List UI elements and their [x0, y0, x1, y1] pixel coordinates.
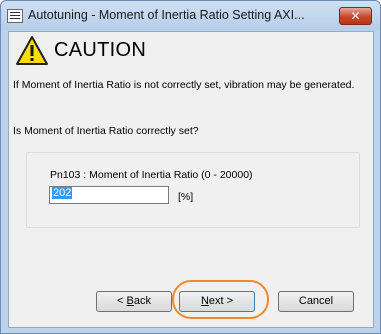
inertia-ratio-value: 202 [52, 187, 73, 199]
confirm-question: Is Moment of Inertia Ratio correctly set… [13, 125, 199, 137]
title-bar[interactable]: Autotuning - Moment of Inertia Ratio Set… [1, 1, 380, 30]
caution-heading: CAUTION [54, 39, 147, 61]
warning-triangle-icon [16, 36, 48, 65]
parameter-label: Pn103 : Moment of Inertia Ratio (0 - 200… [50, 169, 253, 181]
unit-label: [%] [178, 191, 194, 203]
cancel-button[interactable]: Cancel [278, 291, 354, 312]
next-button-highlight [172, 280, 269, 319]
close-button[interactable]: ✕ [339, 7, 372, 25]
parameter-group: Pn103 : Moment of Inertia Ratio (0 - 200… [26, 152, 360, 228]
window-title: Autotuning - Moment of Inertia Ratio Set… [28, 8, 305, 22]
dialog-window: Autotuning - Moment of Inertia Ratio Set… [0, 0, 381, 334]
dialog-body: CAUTION If Moment of Inertia Ratio is no… [8, 31, 374, 328]
inertia-ratio-input[interactable]: 202 [49, 186, 169, 204]
app-window-icon [7, 9, 23, 23]
warning-message: If Moment of Inertia Ratio is not correc… [13, 79, 355, 91]
close-icon: ✕ [350, 9, 361, 23]
back-button[interactable]: < Back [96, 291, 172, 312]
